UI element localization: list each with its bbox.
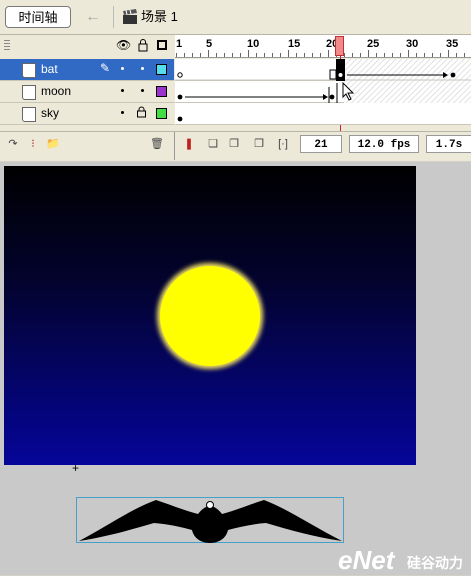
frame-number: 15 <box>288 38 301 50</box>
layer-icon <box>22 63 36 78</box>
layer-icon <box>22 85 36 100</box>
ruler-tick <box>368 50 369 57</box>
ruler-tick <box>184 53 185 57</box>
frame-ruler[interactable] <box>175 35 471 58</box>
ruler-tick <box>328 50 329 57</box>
current-frame-field: 21 <box>300 135 342 153</box>
timeline-toggle-button[interactable]: 时间轴 <box>5 6 71 28</box>
layer-row-sky[interactable]: sky <box>0 103 174 125</box>
lock-dot[interactable] <box>141 67 144 70</box>
watermark-subtitle: 硅谷动力 <box>407 555 463 571</box>
ruler-tick <box>416 53 417 57</box>
ruler-tick <box>256 53 257 57</box>
onion-skin-icon[interactable]: ❏ <box>205 136 221 152</box>
ruler-tick <box>200 53 201 57</box>
ruler-tick <box>176 53 177 57</box>
ruler-tick <box>360 53 361 57</box>
playhead[interactable] <box>335 36 344 56</box>
frame-rate-field[interactable]: 12.0 fps <box>349 135 419 153</box>
edit-multiple-frames-icon[interactable]: ❒ <box>251 136 267 152</box>
ruler-tick <box>240 53 241 57</box>
ruler-tick <box>216 53 217 57</box>
lock-icon[interactable] <box>136 38 150 52</box>
ruler-tick <box>192 53 193 57</box>
mouse-cursor-icon <box>342 82 355 101</box>
layer-outline-color-swatch[interactable] <box>156 108 167 119</box>
arrow-left-icon[interactable]: ← <box>82 7 104 27</box>
add-motion-guide-icon[interactable]: ⁝ <box>25 136 41 152</box>
frame-track-bat[interactable] <box>175 59 471 81</box>
frame-number: 25 <box>367 38 380 50</box>
frame-number: 10 <box>247 38 260 50</box>
ruler-tick <box>456 53 457 57</box>
layer-name[interactable]: moon <box>41 84 71 98</box>
ruler-tick <box>232 53 233 57</box>
ruler-tick <box>304 53 305 57</box>
frame-number: 5 <box>206 38 213 50</box>
ruler-tick <box>320 53 321 57</box>
layer-name[interactable]: sky <box>41 106 59 120</box>
layer-outline-color-swatch[interactable] <box>156 64 167 75</box>
frame-number: 30 <box>406 38 419 50</box>
ruler-tick <box>248 50 249 57</box>
modify-onion-markers-icon[interactable]: [·] <box>275 136 291 152</box>
ruler-tick <box>296 53 297 57</box>
ruler-tick <box>224 53 225 57</box>
ruler-tick <box>432 53 433 57</box>
ruler-tick <box>272 53 273 57</box>
ruler-tick <box>392 53 393 57</box>
frame-track-moon[interactable] <box>175 81 471 103</box>
center-frame-icon[interactable]: ❚ <box>181 136 197 152</box>
elapsed-time-field: 1.7s <box>426 135 471 153</box>
visibility-dot[interactable] <box>121 111 124 114</box>
ruler-tick <box>280 53 281 57</box>
ruler-tick <box>264 53 265 57</box>
ruler-tick <box>424 53 425 57</box>
ruler-tick <box>288 50 289 57</box>
layer-row-moon[interactable]: moon <box>0 81 174 103</box>
ruler-tick <box>400 53 401 57</box>
delete-layer-icon[interactable]: 🗑 <box>149 136 165 152</box>
ruler-tick <box>384 53 385 57</box>
ruler-tick <box>352 53 353 57</box>
insert-folder-icon[interactable]: 📁 <box>45 136 61 152</box>
toolbar-divider <box>113 6 114 28</box>
outline-square-icon[interactable] <box>155 38 169 52</box>
layer-row-bat[interactable]: bat ✎ <box>0 59 174 81</box>
frame-number: 1 <box>176 38 183 50</box>
ruler-tick <box>440 53 441 57</box>
insert-layer-icon[interactable]: ↷ <box>5 136 21 152</box>
lock-icon[interactable] <box>136 106 147 118</box>
visibility-dot[interactable] <box>121 89 124 92</box>
clapperboard-icon <box>123 9 137 24</box>
frame-track-sky[interactable] <box>175 103 471 125</box>
visibility-dot[interactable] <box>121 67 124 70</box>
ruler-tick <box>376 53 377 57</box>
panel-divider <box>174 132 175 160</box>
layer-icon <box>22 107 36 122</box>
frame-number: 35 <box>446 38 459 50</box>
ruler-tick <box>208 50 209 57</box>
scene-label[interactable]: 场景 1 <box>141 9 178 25</box>
layer-name[interactable]: bat <box>41 62 58 76</box>
eye-icon[interactable]: 👁 <box>116 38 131 52</box>
ruler-tick <box>408 50 409 57</box>
ruler-tick <box>464 53 465 57</box>
bat-shape[interactable] <box>76 497 344 543</box>
pencil-icon: ✎ <box>100 61 111 75</box>
ruler-tick <box>448 50 449 57</box>
onion-skin-outlines-icon[interactable]: ❐ <box>226 136 242 152</box>
watermark-logo: eNet <box>338 545 395 575</box>
ruler-tick <box>312 53 313 57</box>
layer-outline-color-swatch[interactable] <box>156 86 167 97</box>
ruler-tick <box>344 53 345 57</box>
moon-shape[interactable] <box>160 266 260 366</box>
grip-handle[interactable] <box>4 40 10 52</box>
lock-dot[interactable] <box>141 89 144 92</box>
registration-crosshair: + <box>72 461 80 475</box>
